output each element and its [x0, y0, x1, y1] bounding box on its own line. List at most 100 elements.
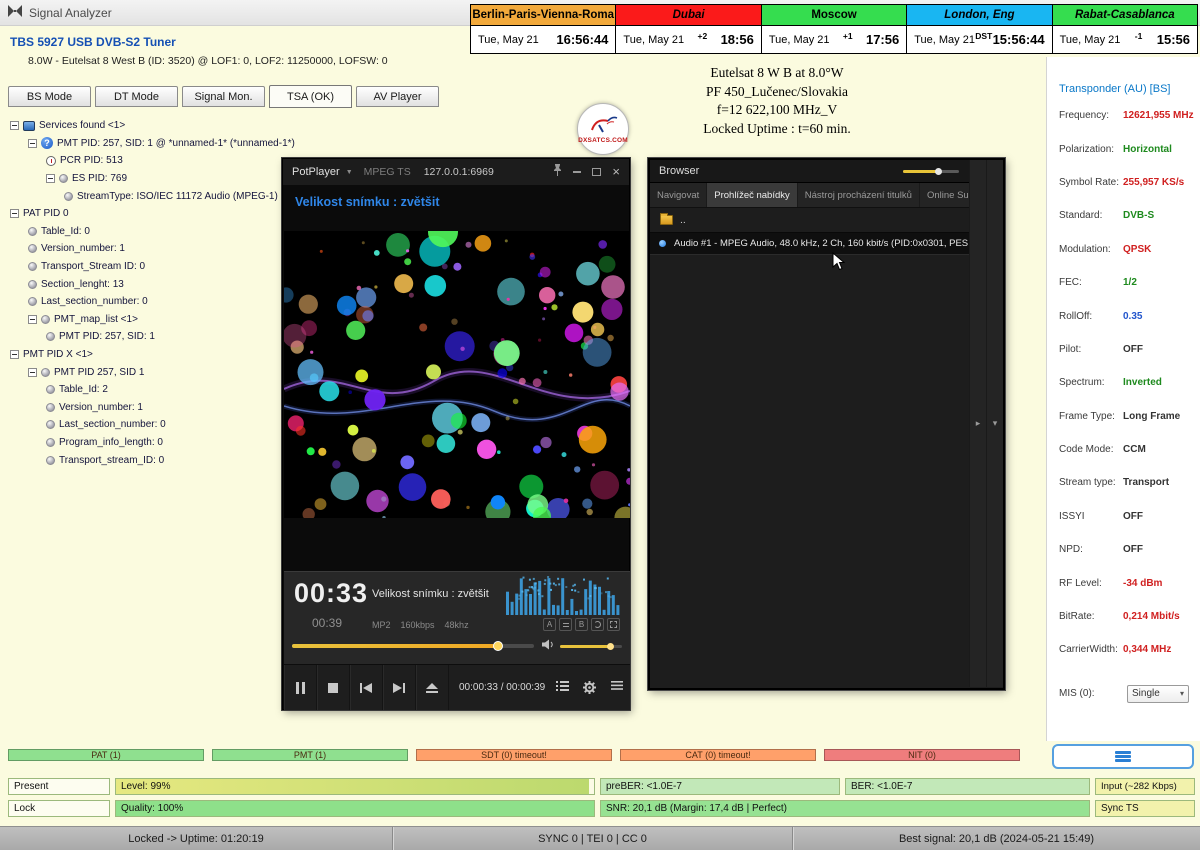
mis-dropdown[interactable]: Single ▾	[1127, 685, 1189, 703]
transponder-value: OFF	[1123, 511, 1143, 522]
mode-tab[interactable]: Signal Mon.	[182, 86, 265, 107]
tab-scroll-buttons: ▸ ▾	[969, 160, 1003, 687]
eject-button[interactable]	[416, 665, 449, 710]
ab-repeat-b-button[interactable]: B	[575, 618, 588, 631]
tree-item[interactable]: PMT PID 257, SID 1	[8, 363, 308, 381]
tree-item[interactable]: Version_number: 1	[8, 240, 308, 258]
chevron-down-icon[interactable]: ▼	[346, 169, 353, 176]
tree-item[interactable]: PMT PID: 257, SID: 1 @ *unnamed-1* (*unn…	[8, 135, 308, 153]
menu-button[interactable]	[603, 681, 630, 690]
minimize-icon[interactable]	[573, 171, 581, 173]
tree-item[interactable]: PCR PID: 513	[8, 152, 308, 170]
mouse-cursor	[832, 252, 846, 272]
mode-tab[interactable]: DT Mode	[95, 86, 178, 107]
tree-item[interactable]: Last_section_number: 0	[8, 293, 308, 311]
tree-item[interactable]: Transport_stream_ID: 0	[8, 451, 308, 469]
clock-date: Tue, May 21	[478, 34, 539, 46]
expand-icon[interactable]	[607, 618, 620, 631]
tree-item[interactable]: PMT_map_list <1>	[8, 311, 308, 329]
tree-item-label: PMT PID: 257, SID: 1	[59, 331, 155, 342]
ab-repeat-a-button[interactable]: A	[543, 618, 556, 631]
tree-item[interactable]: Section_lenght: 13	[8, 275, 308, 293]
expander-icon[interactable]	[46, 174, 55, 183]
opacity-slider[interactable]	[903, 170, 959, 173]
transponder-row: Frequency: 12621,955 MHz	[1047, 99, 1200, 132]
tree-item-label: PCR PID: 513	[60, 155, 123, 166]
browser-title: Browser	[659, 165, 699, 177]
opacity-slider-handle[interactable]	[935, 168, 942, 175]
psi-tree: Services found <1> PMT PID: 257, SID: 1 …	[8, 117, 308, 469]
tree-item-label: Services found <1>	[39, 120, 125, 131]
loop-icon[interactable]	[591, 618, 604, 631]
tree-item[interactable]: PAT PID 0	[8, 205, 308, 223]
tree-item[interactable]: ES PID: 769	[8, 170, 308, 188]
expander-icon[interactable]	[10, 121, 19, 130]
tree-item-icon	[28, 244, 37, 253]
sync-ts-indicator: Sync TS	[1095, 800, 1195, 817]
tree-item-icon	[28, 227, 37, 236]
tree-item[interactable]: Transport_Stream ID: 0	[8, 258, 308, 276]
expander-icon[interactable]	[28, 315, 37, 324]
tree-item-icon	[23, 121, 35, 131]
browser-tab[interactable]: Navigovat	[650, 183, 707, 207]
ab-repeat-icon[interactable]	[559, 618, 572, 631]
tree-item[interactable]: Program_info_length: 0	[8, 434, 308, 452]
transponder-label: Spectrum:	[1059, 377, 1123, 388]
browser-window: Browser × Navigovat Prohlížeč nabídky Ná…	[648, 158, 1005, 690]
close-icon[interactable]: ×	[612, 167, 620, 177]
transponder-label: Standard:	[1059, 210, 1123, 221]
seek-bar[interactable]	[292, 640, 534, 652]
transponder-label: CarrierWidth:	[1059, 644, 1123, 655]
transponder-value: 1/2	[1123, 277, 1137, 288]
pause-button[interactable]	[284, 665, 317, 710]
tree-item[interactable]: PMT PID: 257, SID: 1	[8, 328, 308, 346]
audio-track-row[interactable]: Audio #1 - MPEG Audio, 48.0 kHz, 2 Ch, 1…	[650, 232, 1003, 255]
transponder-row: Code Mode: CCM	[1047, 433, 1200, 466]
playlist-button[interactable]	[549, 681, 576, 692]
mis-value: Single	[1132, 688, 1160, 699]
tree-item[interactable]: Services found <1>	[8, 117, 308, 135]
maximize-icon[interactable]	[592, 168, 601, 176]
speaker-icon[interactable]	[542, 637, 555, 655]
mode-tab[interactable]: TSA (OK)	[269, 85, 352, 108]
dropdown-icon[interactable]: ▾	[986, 160, 1003, 687]
expander-icon[interactable]	[10, 350, 19, 359]
scroll-right-icon[interactable]: ▸	[969, 160, 986, 687]
volume-handle[interactable]	[607, 643, 614, 650]
psi-indicator: NIT (0)	[824, 749, 1020, 761]
tree-item[interactable]: StreamType: ISO/IEC 11172 Audio (MPEG-1)…	[8, 187, 308, 205]
expander-icon[interactable]	[28, 139, 37, 148]
previous-button[interactable]	[350, 665, 383, 710]
tree-item-label: ES PID: 769	[72, 173, 127, 184]
stop-button[interactable]	[317, 665, 350, 710]
mode-tab[interactable]: AV Player	[356, 86, 439, 107]
stream-info-button[interactable]	[1052, 744, 1194, 769]
mode-tab[interactable]: BS Mode	[8, 86, 91, 107]
tree-item[interactable]: Version_number: 1	[8, 399, 308, 417]
next-button[interactable]	[383, 665, 416, 710]
settings-button[interactable]	[576, 681, 603, 694]
tree-item[interactable]: Table_Id: 0	[8, 223, 308, 241]
browser-tab[interactable]: Nástroj procházení titulků	[798, 183, 920, 207]
parent-folder-row[interactable]: ..	[650, 208, 1003, 232]
tree-item-icon	[28, 297, 37, 306]
expander-icon[interactable]	[28, 368, 37, 377]
browser-tab[interactable]: Prohlížeč nabídky	[707, 183, 798, 207]
bitrate-label: 160kbps	[401, 620, 435, 630]
browser-titlebar[interactable]: Browser ×	[650, 160, 1003, 183]
potplayer-titlebar[interactable]: PotPlayer ▼ MPEG TS 127.0.0.1:6969 ×	[283, 159, 629, 185]
clock-time: 15:56	[1157, 32, 1190, 47]
tree-item[interactable]: PMT PID X <1>	[8, 346, 308, 364]
expander-icon[interactable]	[10, 209, 19, 218]
pin-icon[interactable]	[553, 163, 562, 181]
clock-city-name: Rabat-Casablanca	[1053, 5, 1197, 26]
playlist-icon	[556, 681, 569, 692]
tree-item[interactable]: Table_Id: 2	[8, 381, 308, 399]
transponder-value: Horizontal	[1123, 144, 1172, 155]
volume-slider[interactable]	[560, 645, 622, 648]
tree-item-icon	[64, 192, 73, 201]
seek-handle[interactable]	[493, 641, 503, 651]
transponder-row: ISSYI OFF	[1047, 500, 1200, 533]
tree-item[interactable]: Last_section_number: 0	[8, 416, 308, 434]
clock-city-name: Berlin-Paris-Vienna-Roma	[471, 5, 615, 26]
